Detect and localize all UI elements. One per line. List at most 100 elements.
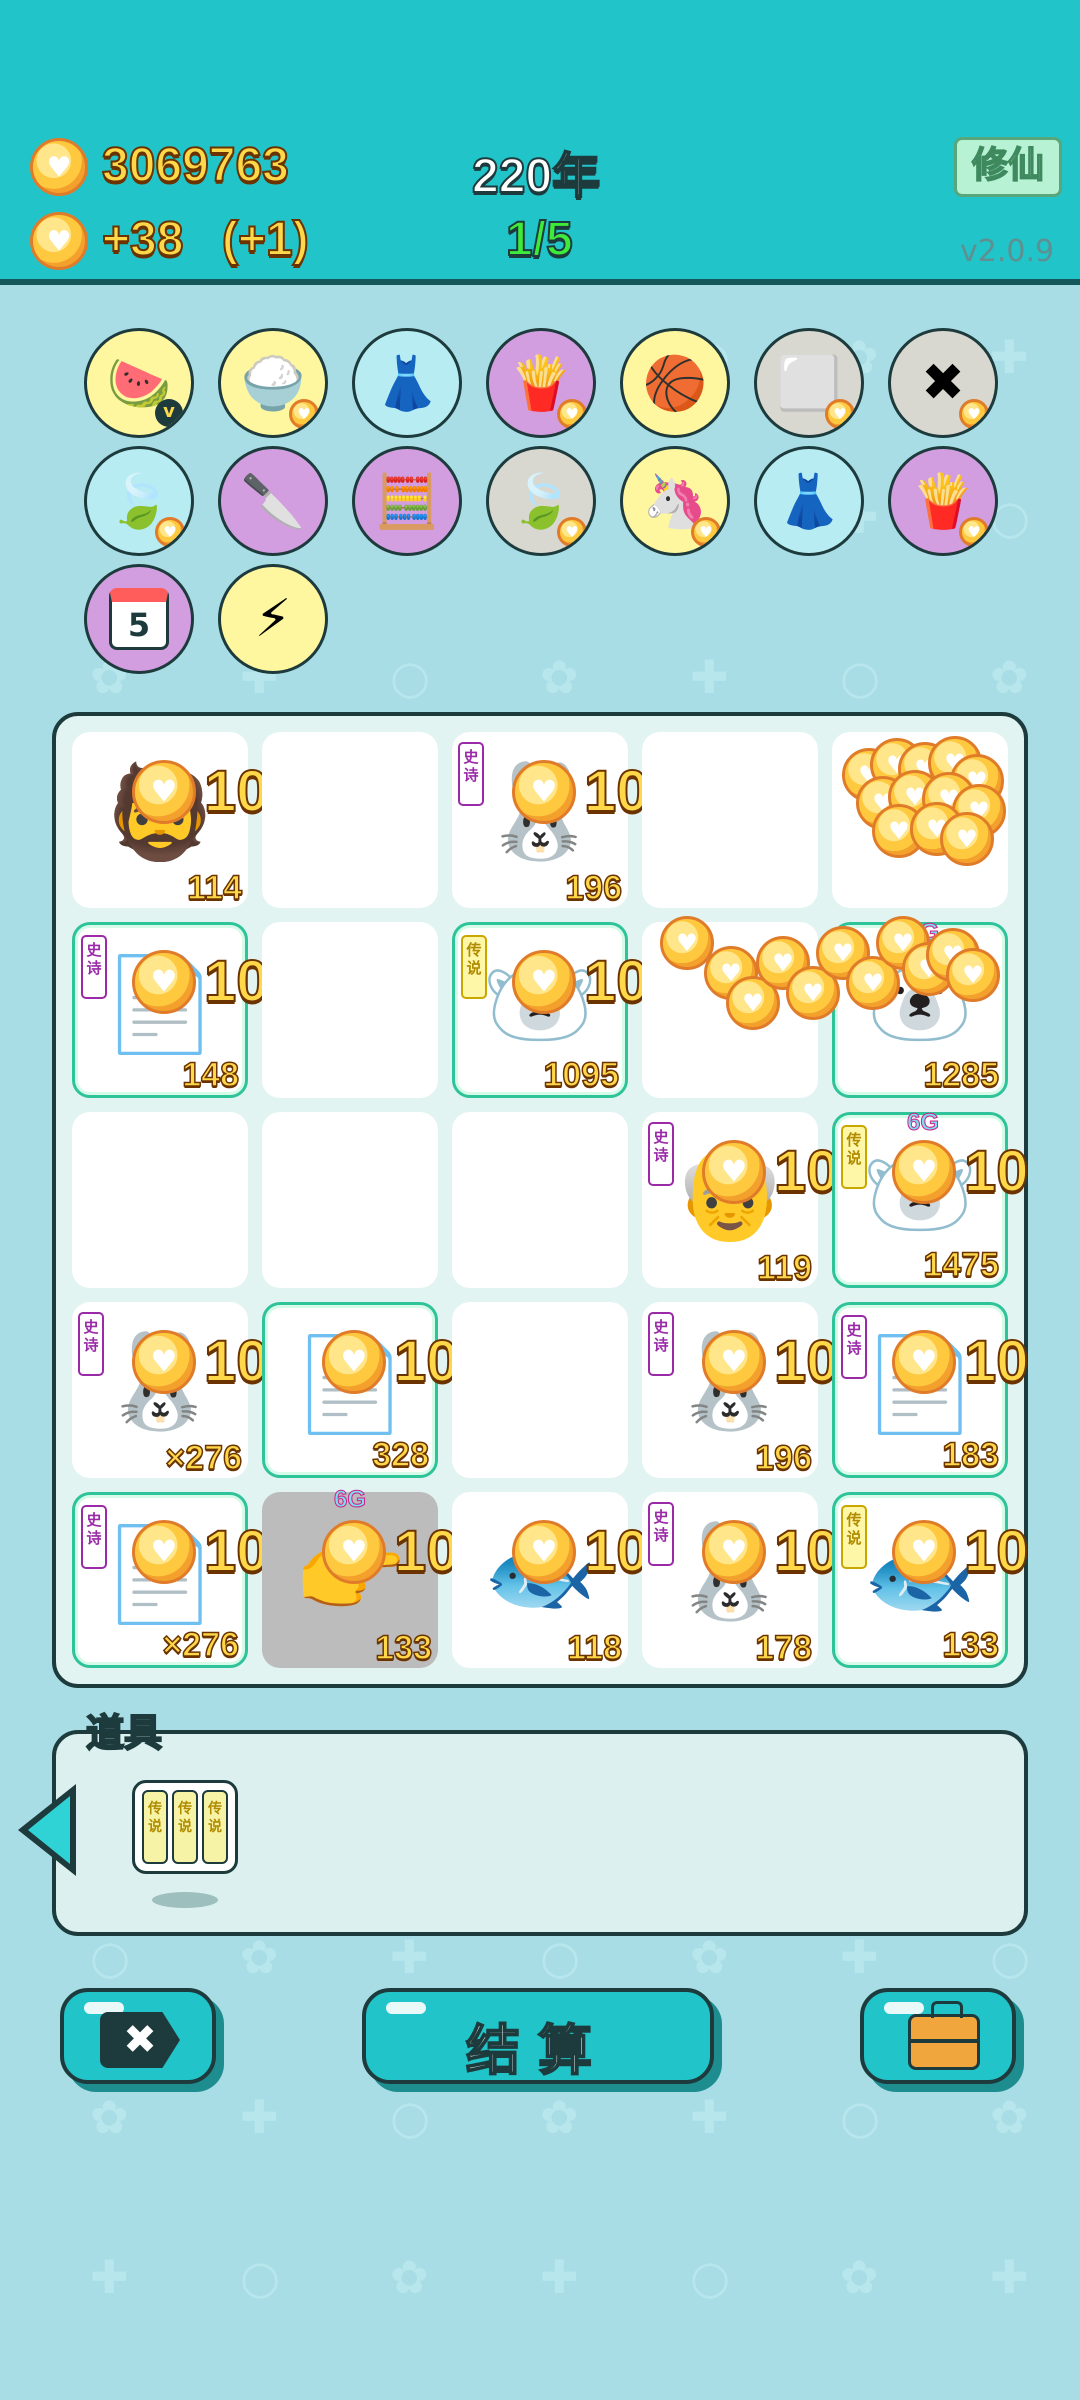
rarity-tag: 史诗 [458, 742, 484, 806]
empty-slot[interactable] [452, 1302, 628, 1478]
cleaver-icon[interactable]: 🔪 [218, 446, 328, 556]
reward-amount: 10 [583, 949, 650, 1014]
legendary-card-pack[interactable]: 传说 传说 传说 [132, 1780, 238, 1874]
item-value: 196 [755, 1438, 813, 1478]
coin-icon [512, 1520, 576, 1584]
rarity-tag: 史诗 [648, 1312, 674, 1376]
rarity-tag: 传说 [461, 935, 487, 999]
settle-button[interactable]: 结算 [362, 1988, 714, 2084]
basketballs-icon-glyph: 🏀 [642, 353, 708, 414]
coin-icon [30, 138, 88, 196]
background-decoration: ✚ [90, 2250, 129, 2304]
background-decoration: ○ [390, 2090, 431, 2144]
rice-bowl-icon[interactable]: 🍚 [218, 328, 328, 438]
background-decoration: ○ [540, 1930, 581, 1984]
arrow-left-icon-fill [28, 1796, 70, 1864]
reward-amount: 10 [773, 1519, 840, 1584]
fries-icon[interactable]: 🍟 [486, 328, 596, 438]
coin-icon [892, 1140, 956, 1204]
item-value: 1095 [543, 1055, 620, 1095]
coin-total: 3069763 [101, 138, 290, 193]
empty-slot[interactable] [642, 732, 818, 908]
background-decoration: ○ [90, 1930, 131, 1984]
calendar-icon[interactable]: 5 [84, 564, 194, 674]
background-decoration: ✿ [540, 2090, 579, 2144]
item-value: 328 [372, 1435, 430, 1475]
empty-slot[interactable] [262, 922, 438, 1098]
coin-icon [30, 212, 88, 270]
rarity-tag: 史诗 [841, 1315, 867, 1379]
background-decoration: ○ [390, 650, 431, 704]
reward-amount: 10 [963, 1329, 1030, 1394]
item-value: 114 [186, 868, 242, 908]
item-value: 183 [942, 1435, 1000, 1475]
fries-icon[interactable]: 🍟 [888, 446, 998, 556]
delete-tag-icon-glyph: ✖ [921, 353, 965, 413]
legendary-card-icon: 传说 [142, 1790, 168, 1864]
empty-slot[interactable] [72, 1112, 248, 1288]
item-value: 148 [182, 1055, 240, 1095]
cultivate-button[interactable]: 修仙 [954, 137, 1062, 197]
math-student-icon[interactable]: 🧮 [352, 446, 462, 556]
inventory-button[interactable] [860, 1988, 1016, 2084]
coin-icon [557, 399, 587, 429]
background-decoration: ✿ [90, 2090, 129, 2144]
leaf-icon[interactable]: 🍃 [84, 446, 194, 556]
coin-icon [557, 517, 587, 547]
legendary-card-icon: 传说 [202, 1790, 228, 1864]
coin-icon [702, 1140, 766, 1204]
lightning-icon[interactable]: ⚡ [218, 564, 328, 674]
delete-tag-icon[interactable]: ✖ [888, 328, 998, 438]
coin-icon [702, 1330, 766, 1394]
reward-amount: 10 [203, 1329, 270, 1394]
fruit-platter-icon[interactable]: 🍉 v [84, 328, 194, 438]
prop-shadow [152, 1892, 218, 1908]
reward-amount: 10 [773, 1139, 840, 1204]
reward-amount: 10 [963, 1519, 1030, 1584]
background-decoration: ✚ [390, 1930, 429, 1984]
item-value: ×276 [162, 1625, 240, 1665]
reward-amount: 10 [583, 1519, 650, 1584]
skirt-icon[interactable]: 👗 [754, 446, 864, 556]
background-decoration: ✚ [540, 2250, 579, 2304]
coin-icon [825, 399, 855, 429]
basketballs-icon[interactable]: 🏀 [620, 328, 730, 438]
props-title: 道具 [85, 1710, 163, 1756]
empty-slot[interactable] [262, 1112, 438, 1288]
coin-icon [892, 1520, 956, 1584]
background-decoration: ✚ [690, 2090, 729, 2144]
briefcase-icon [908, 2001, 980, 2070]
background-decoration: ○ [840, 2090, 881, 2144]
skirt-icon-glyph: 👗 [374, 353, 440, 414]
coin-icon [132, 1520, 196, 1584]
coin-icon [702, 1520, 766, 1584]
empty-slot[interactable] [452, 1112, 628, 1288]
board-item-coin-pile[interactable] [832, 732, 1008, 908]
coin-icon [322, 1520, 386, 1584]
reward-amount: 10 [963, 1139, 1030, 1204]
coin-icon [959, 517, 989, 547]
empty-slot[interactable] [262, 732, 438, 908]
reward-amount: 10 [393, 1519, 460, 1584]
coin-icon [940, 812, 994, 866]
sugar-cubes-icon[interactable]: ⬜ [754, 328, 864, 438]
coin-icon [132, 950, 196, 1014]
background-decoration: ○ [690, 2250, 731, 2304]
reward-amount: 10 [583, 759, 650, 824]
settle-label: 结算 [465, 2018, 610, 2083]
background-decoration: ✿ [240, 1930, 279, 1984]
coin-income-bonus: (+1) [221, 212, 310, 267]
remove-item-button[interactable]: ✖ [60, 1988, 216, 2084]
calendar-icon-glyph: 5 [109, 588, 169, 650]
background-decoration: ✚ [990, 2250, 1029, 2304]
background-decoration: ✚ [690, 650, 729, 704]
unicorn-icon[interactable]: 🦄 [620, 446, 730, 556]
item-value: 133 [375, 1628, 433, 1668]
skirt-icon[interactable]: 👗 [352, 328, 462, 438]
item-value: 196 [565, 868, 623, 908]
rarity-tag: 史诗 [648, 1122, 674, 1186]
background-decoration: ✿ [990, 650, 1029, 704]
leaf-icon[interactable]: 🍃 [486, 446, 596, 556]
math-student-icon-glyph: 🧮 [374, 471, 440, 532]
coin-icon [959, 399, 989, 429]
